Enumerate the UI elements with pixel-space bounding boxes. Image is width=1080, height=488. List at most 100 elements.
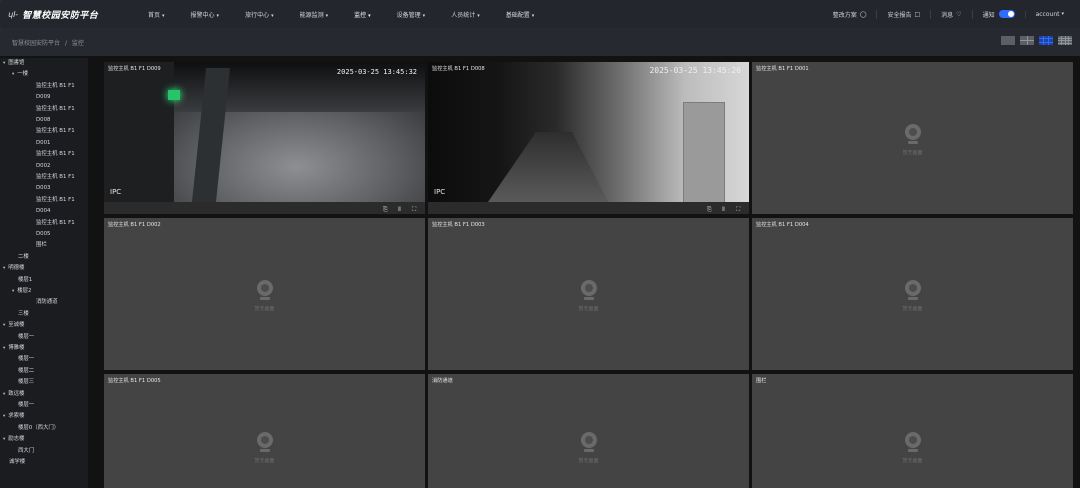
- chevron-down-icon[interactable]: ▾: [12, 72, 14, 77]
- tree-node[interactable]: 监控主机 B1 F1: [36, 151, 75, 158]
- tree-node-label: 监控主机 B1 F1: [36, 105, 75, 112]
- device-tree: ▾ 图書馆 ▾ 一楼监控主机 B1 F1 D009 监控主机 B1 F1 D008 监控主机 …: [0, 58, 88, 488]
- snapshot-icon[interactable]: ⎘: [383, 206, 388, 214]
- no-signal-placeholder: 暂无画面: [254, 432, 275, 464]
- rectify-label: 整改方案: [832, 11, 857, 19]
- camera-title: 监控主机 B1 F1 D005: [108, 378, 161, 384]
- tree-node[interactable]: D004: [36, 208, 50, 215]
- nav-item[interactable]: 监控 ▾: [354, 10, 371, 19]
- tree-node[interactable]: 西大门: [18, 448, 34, 455]
- tree-node[interactable]: 楼层一: [18, 334, 34, 341]
- nav-item[interactable]: 旅行中心 ▾: [245, 10, 274, 19]
- no-signal-placeholder: 暂无画面: [902, 124, 923, 156]
- nav-item[interactable]: 设备管理 ▾: [397, 10, 426, 19]
- video-cell[interactable]: 监控主机 B1 F1 D005 暂无画面: [104, 374, 425, 488]
- tree-node[interactable]: D002: [36, 163, 50, 170]
- no-signal-text: 暂无画面: [902, 458, 923, 464]
- video-cell[interactable]: 监控主机 B1 F1 D002 暂无画面: [104, 218, 425, 370]
- video-cell[interactable]: 消防通道 暂无画面: [428, 374, 749, 488]
- tree-node[interactable]: ▾ 至诚楼: [3, 322, 24, 329]
- tree-node[interactable]: ▾ 明德楼: [3, 265, 24, 272]
- tree-node[interactable]: ▾ 励志楼: [3, 436, 24, 443]
- tree-node[interactable]: ▾ 楼层2: [12, 288, 31, 295]
- tree-node[interactable]: 楼层二: [18, 368, 34, 375]
- tree-node[interactable]: 楼层一: [18, 356, 34, 363]
- chevron-down-icon[interactable]: ▾: [12, 289, 14, 294]
- logo-icon: ɥl-: [8, 9, 19, 19]
- tree-node[interactable]: 二楼: [18, 254, 29, 261]
- tree-node[interactable]: 监控主机 B1 F1: [36, 220, 75, 227]
- video-cell[interactable]: 监控主机 B1 F1 D004 暂无画面: [752, 218, 1073, 370]
- security-report-button[interactable]: 安全报告 □: [876, 9, 930, 19]
- video-cell[interactable]: 监控主机 B1 F1 D003 暂无画面: [428, 218, 749, 370]
- nav-item[interactable]: 能源监测 ▾: [300, 10, 329, 19]
- no-signal-placeholder: 暂无画面: [578, 432, 599, 464]
- tree-node[interactable]: D005: [36, 231, 50, 238]
- chevron-down-icon[interactable]: ▾: [3, 323, 5, 328]
- tree-node-label: 二楼: [18, 253, 29, 260]
- chevron-down-icon[interactable]: ▾: [3, 346, 5, 351]
- tree-node[interactable]: 楼层0（西大门）: [18, 425, 59, 432]
- tree-node-label: 楼层0（西大门）: [18, 424, 60, 431]
- tree-node[interactable]: ▾ 博雅楼: [3, 345, 24, 352]
- tree-node[interactable]: 监控主机 B1 F1: [36, 106, 75, 113]
- chevron-down-icon[interactable]: ▾: [3, 437, 5, 442]
- rectify-plan-button[interactable]: 整改方案 ◯: [823, 10, 877, 19]
- camera-title: 监控主机 B1 F1 D002: [108, 222, 161, 228]
- chevron-down-icon[interactable]: ▾: [3, 392, 5, 397]
- tree-node[interactable]: D009: [36, 94, 50, 101]
- chevron-down-icon[interactable]: ▾: [3, 266, 5, 271]
- nav-item[interactable]: 首页 ▾: [148, 10, 165, 19]
- tree-node[interactable]: ▾ 图書馆: [3, 60, 24, 67]
- pause-icon[interactable]: Ⅱ: [722, 206, 725, 213]
- tree-node[interactable]: 三楼: [18, 311, 29, 318]
- breadcrumb-root[interactable]: 智慧校园安防平台: [12, 40, 60, 47]
- tree-node[interactable]: 楼层1: [18, 277, 32, 284]
- tree-node[interactable]: 监控主机 B1 F1: [36, 128, 75, 135]
- lightbulb-icon: ◯: [859, 10, 867, 18]
- security-report-label: 安全报告: [887, 11, 912, 19]
- ipc-overlay: IPC: [434, 188, 446, 196]
- tree-node-label: 监控主机 B1 F1: [36, 151, 75, 158]
- tree-node[interactable]: 消防通道: [36, 299, 58, 306]
- no-signal-placeholder: 暂无画面: [902, 432, 923, 464]
- tree-node[interactable]: ▾ 一楼: [12, 71, 28, 78]
- tree-node[interactable]: 楼层一: [18, 402, 34, 409]
- nav-item[interactable]: 基础配置 ▾: [506, 10, 535, 19]
- video-feed[interactable]: 2025-03-25 13:45:26 IPC: [428, 62, 749, 204]
- main-nav: 首页 ▾ 报警中心 ▾ 旅行中心 ▾ 能源监测 ▾ 监控 ▾ 设备管理 ▾ 人员统计 ▾ 基础配置 ▾: [148, 0, 560, 28]
- notify-toggle[interactable]: [998, 10, 1015, 18]
- account-menu[interactable]: account ▾: [1024, 10, 1074, 18]
- layout-9-button[interactable]: [1039, 36, 1053, 45]
- messages-button[interactable]: 消息 ♡: [930, 9, 971, 19]
- tree-node[interactable]: ▾ 致远楼: [3, 391, 24, 398]
- nav-item[interactable]: 报警中心 ▾: [191, 10, 220, 19]
- video-cell[interactable]: 监控主机 B1 F1 D001 暂无画面: [752, 62, 1073, 214]
- app-logo[interactable]: ɥl- 智慧校园安防平台: [8, 8, 138, 21]
- tree-node[interactable]: 楼层三: [18, 379, 34, 386]
- chevron-down-icon[interactable]: ▾: [3, 414, 5, 419]
- tree-node[interactable]: 监控主机 B1 F1: [36, 197, 75, 204]
- layout-16-button[interactable]: [1058, 36, 1072, 45]
- layout-4-button[interactable]: [1020, 36, 1034, 45]
- tree-node[interactable]: D003: [36, 185, 50, 192]
- tree-node[interactable]: 围栏: [36, 242, 47, 249]
- tree-node[interactable]: ▾ 求索楼: [3, 413, 24, 420]
- snapshot-icon[interactable]: ⎘: [707, 206, 712, 214]
- tree-node[interactable]: 监控主机 B1 F1: [36, 174, 75, 181]
- chevron-down-icon[interactable]: ▾: [3, 61, 5, 66]
- video-cell[interactable]: 监控主机 B1 F1 D009 2025-03-25 13:45:32 IPC ⎘ Ⅱ ⛶: [104, 62, 425, 214]
- video-cell[interactable]: 围栏 暂无画面: [752, 374, 1073, 488]
- video-cell[interactable]: 监控主机 B1 F1 D008 2025-03-25 13:45:26 IPC ⎘ Ⅱ ⛶: [428, 62, 749, 214]
- tree-node[interactable]: 诚学楼: [9, 459, 25, 466]
- nav-item[interactable]: 人员统计 ▾: [451, 10, 480, 19]
- layout-1-button[interactable]: [1001, 36, 1015, 45]
- fullscreen-icon[interactable]: ⛶: [736, 206, 740, 214]
- pause-icon[interactable]: Ⅱ: [398, 206, 401, 213]
- video-feed[interactable]: 2025-03-25 13:45:32 IPC: [104, 62, 425, 202]
- tree-node-label: 致远楼: [8, 390, 25, 397]
- tree-node[interactable]: 监控主机 B1 F1: [36, 83, 75, 90]
- fullscreen-icon[interactable]: ⛶: [412, 206, 416, 214]
- tree-node[interactable]: D001: [36, 140, 50, 147]
- tree-node[interactable]: D008: [36, 117, 50, 124]
